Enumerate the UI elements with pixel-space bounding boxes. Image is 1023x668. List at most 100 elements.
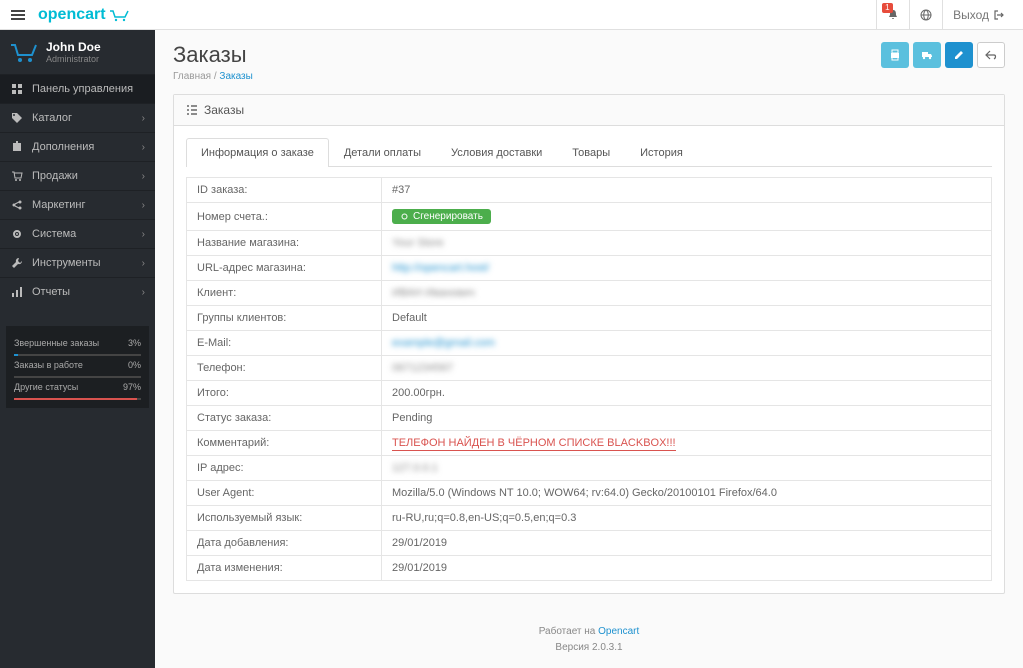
notifications-button[interactable]: 1 <box>876 0 909 30</box>
logo[interactable]: opencart <box>38 6 131 24</box>
nav-item-2[interactable]: Дополнения › <box>0 132 155 161</box>
menu-toggle-button[interactable] <box>8 5 28 25</box>
table-row: Номер счета.: Сгенерировать <box>187 203 992 231</box>
table-row: ID заказа:#37 <box>187 178 992 203</box>
generate-button[interactable]: Сгенерировать <box>392 209 491 224</box>
nav-label: Отчеты <box>32 286 70 298</box>
table-row: Дата добавления:29/01/2019 <box>187 531 992 556</box>
nav-label: Инструменты <box>32 257 101 269</box>
back-button[interactable] <box>977 42 1005 68</box>
table-row: IP адрес:127.0.0.1 <box>187 456 992 481</box>
row-value: Сгенерировать <box>382 203 992 231</box>
cart-icon <box>109 8 131 22</box>
nav-item-5[interactable]: Система› <box>0 219 155 248</box>
order-info-table: ID заказа:#37Номер счета.: СгенерироватьН… <box>186 177 992 581</box>
logout-icon <box>993 9 1005 21</box>
nav-label: Дополнения <box>32 141 94 153</box>
row-label: Итого: <box>187 381 382 406</box>
row-label: ID заказа: <box>187 178 382 203</box>
chevron-right-icon: › <box>142 113 145 124</box>
row-label: Клиент: <box>187 281 382 306</box>
row-value: http://opencart.host/ <box>382 256 992 281</box>
table-row: Телефон:0671234567 <box>187 356 992 381</box>
row-label: Телефон: <box>187 356 382 381</box>
table-row: Используемый язык:ru-RU,ru;q=0.8,en-US;q… <box>187 506 992 531</box>
puzzle-icon <box>10 141 24 153</box>
chevron-right-icon: › <box>142 171 145 182</box>
table-row: Дата изменения:29/01/2019 <box>187 556 992 581</box>
row-value: 29/01/2019 <box>382 556 992 581</box>
print-invoice-button[interactable] <box>881 42 909 68</box>
list-icon <box>186 104 198 116</box>
tab-0[interactable]: Информация о заказе <box>186 138 329 167</box>
logout-label: Выход <box>953 8 989 22</box>
stat-row: Заказы в работе0% <box>14 356 141 374</box>
edit-button[interactable] <box>945 42 973 68</box>
row-label: Дата изменения: <box>187 556 382 581</box>
row-value: ru-RU,ru;q=0.8,en-US;q=0.5,en;q=0.3 <box>382 506 992 531</box>
nav-label: Система <box>32 228 76 240</box>
row-label: Используемый язык: <box>187 506 382 531</box>
cart-icon <box>10 170 24 182</box>
row-value: Mozilla/5.0 (Windows NT 10.0; WOW64; rv:… <box>382 481 992 506</box>
reply-icon <box>985 49 997 61</box>
nav-item-1[interactable]: Каталог › <box>0 103 155 132</box>
print-shipping-button[interactable] <box>913 42 941 68</box>
panel-heading: Заказы <box>174 95 1004 126</box>
tab-2[interactable]: Условия доставки <box>436 138 557 167</box>
logo-text: opencart <box>38 6 106 24</box>
table-row: Комментарий:ТЕЛЕФОН НАЙДЕН В ЧЁРНОМ СПИС… <box>187 431 992 456</box>
stat-row: Другие статусы97% <box>14 378 141 396</box>
tab-3[interactable]: Товары <box>557 138 625 167</box>
nav-label: Маркетинг <box>32 199 85 211</box>
row-label: Группы клиентов: <box>187 306 382 331</box>
row-value: 29/01/2019 <box>382 531 992 556</box>
nav-label: Продажи <box>32 170 78 182</box>
row-label: Статус заказа: <box>187 406 382 431</box>
tabs: Информация о заказеДетали оплатыУсловия … <box>186 138 992 167</box>
row-value: 127.0.0.1 <box>382 456 992 481</box>
stat-row: Звершенные заказы3% <box>14 334 141 352</box>
chevron-right-icon: › <box>142 142 145 153</box>
cog-icon <box>400 212 409 221</box>
nav-item-7[interactable]: Отчеты › <box>0 277 155 306</box>
row-value: #37 <box>382 178 992 203</box>
nav-item-6[interactable]: Инструменты › <box>0 248 155 277</box>
chevron-right-icon: › <box>142 258 145 269</box>
row-value: Pending <box>382 406 992 431</box>
table-row: Итого:200.00грн. <box>187 381 992 406</box>
dashboard-icon <box>10 83 24 95</box>
table-row: URL-адрес магазина:http://opencart.host/ <box>187 256 992 281</box>
notif-count: 1 <box>882 3 892 13</box>
chevron-right-icon: › <box>142 287 145 298</box>
nav-item-4[interactable]: Маркетинг› <box>0 190 155 219</box>
panel-heading-text: Заказы <box>204 103 244 117</box>
main: Заказы Главная / Заказы Заказы Информаци… <box>155 30 1023 668</box>
footer-version: Версия 2.0.3.1 <box>173 640 1005 656</box>
tab-1[interactable]: Детали оплаты <box>329 138 436 167</box>
row-label: Номер счета.: <box>187 203 382 231</box>
pencil-icon <box>953 49 965 61</box>
row-label: User Agent: <box>187 481 382 506</box>
stats-block: Звершенные заказы3% Заказы в работе0% Друг… <box>6 326 149 408</box>
cart-icon <box>10 41 38 63</box>
table-row: Клиент:ИВАН Иванович <box>187 281 992 306</box>
crumb-page[interactable]: Заказы <box>219 71 252 82</box>
profile-block: John Doe Administrator <box>0 30 155 74</box>
share-icon <box>10 199 24 211</box>
wrench-icon <box>10 257 24 269</box>
crumb-home[interactable]: Главная <box>173 71 211 82</box>
nav-label: Каталог <box>32 112 72 124</box>
globe-icon <box>920 9 932 21</box>
row-value: 0671234567 <box>382 356 992 381</box>
head-actions <box>881 42 1005 68</box>
table-row: Статус заказа:Pending <box>187 406 992 431</box>
profile-name: John Doe <box>46 40 101 54</box>
nav-item-0[interactable]: Панель управления <box>0 74 155 103</box>
logout-button[interactable]: Выход <box>942 0 1015 30</box>
table-row: E-Mail:example@gmail.com <box>187 331 992 356</box>
tab-4[interactable]: История <box>625 138 698 167</box>
footer: Работает на Opencart Версия 2.0.3.1 <box>173 624 1005 656</box>
store-button[interactable] <box>909 0 942 30</box>
nav-item-3[interactable]: Продажи › <box>0 161 155 190</box>
